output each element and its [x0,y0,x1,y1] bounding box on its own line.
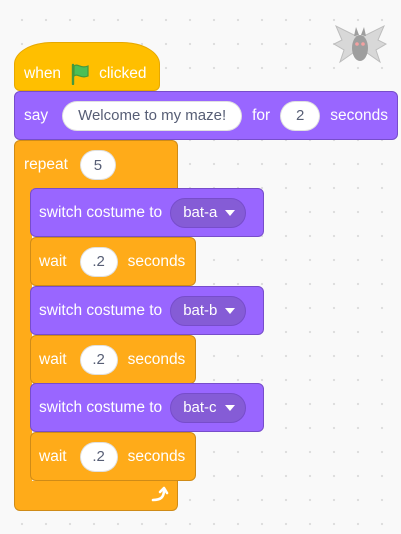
say-duration-input[interactable]: 2 [280,100,321,131]
chevron-down-icon [224,404,235,411]
wait-label: wait [39,350,67,368]
chevron-down-icon [225,307,236,314]
bat-sprite-icon [332,24,388,64]
say-message-input[interactable]: Welcome to my maze! [62,100,243,131]
wait-duration-input[interactable]: .2 [79,441,118,472]
repeat-block[interactable]: repeat 5 [14,140,178,189]
green-flag-icon [71,63,89,85]
costume-dropdown-value: bat-b [183,302,218,319]
say-for-label: for [252,106,271,124]
when-flag-clicked-block[interactable]: when clicked [14,42,160,91]
switch-costume-block[interactable]: switch costume to bat-a [30,188,264,237]
wait-label: wait [39,447,67,465]
wait-label: wait [39,252,67,270]
wait-block[interactable]: wait .2 seconds [30,237,196,286]
hat-label-clicked: clicked [99,64,147,82]
repeat-bottom-arm [14,481,178,511]
costume-dropdown[interactable]: bat-b [170,295,247,326]
wait-duration-input[interactable]: .2 [79,344,118,375]
wait-duration-input[interactable]: .2 [79,246,118,277]
switch-costume-label: switch costume to [39,398,163,416]
switch-costume-label: switch costume to [39,203,163,221]
wait-block[interactable]: wait .2 seconds [30,432,196,481]
chevron-down-icon [225,209,236,216]
costume-dropdown-value: bat-a [183,204,218,221]
costume-dropdown-value: bat-c [183,399,217,416]
repeat-count-input[interactable]: 5 [79,150,116,180]
wait-seconds-label: seconds [127,252,186,270]
say-for-seconds-block[interactable]: say Welcome to my maze! for 2 seconds [14,91,398,140]
switch-costume-block[interactable]: switch costume to bat-b [30,286,264,335]
switch-costume-block[interactable]: switch costume to bat-c [30,383,264,432]
switch-costume-label: switch costume to [39,301,163,319]
wait-seconds-label: seconds [127,447,186,465]
wait-block[interactable]: wait .2 seconds [30,335,196,384]
say-seconds-label: seconds [330,106,388,124]
hat-label-when: when [24,64,62,82]
costume-dropdown[interactable]: bat-c [170,392,246,423]
loop-arrow-icon [151,486,169,502]
wait-seconds-label: seconds [127,350,186,368]
say-label: say [24,106,49,124]
costume-dropdown[interactable]: bat-a [170,197,247,228]
repeat-label: repeat [24,156,68,173]
